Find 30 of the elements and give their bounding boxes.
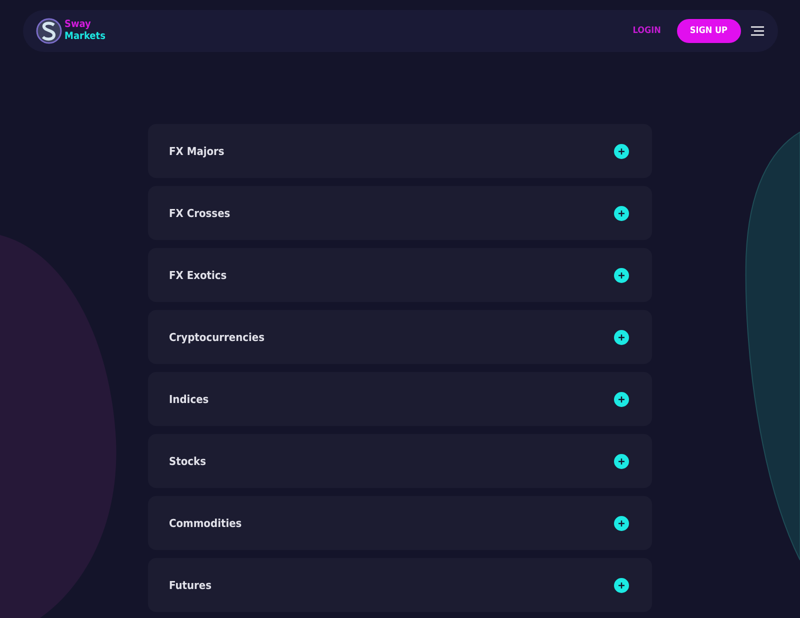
plus-icon[interactable] [614,454,629,468]
accordion-title: Cryptocurrencies [169,330,265,344]
plus-icon[interactable] [614,516,629,530]
accordion-title: Stocks [169,454,206,468]
plus-icon[interactable] [614,144,629,158]
accordion-item[interactable]: Commodities [148,496,652,550]
logo-text: Sway [64,19,92,31]
plus-icon[interactable] [614,392,629,406]
accordion-title: FX Exotics [169,268,227,282]
accordion-item[interactable]: FX Exotics [148,248,652,302]
logo-icon [36,17,62,45]
plus-icon[interactable] [614,578,629,592]
signup-button[interactable]: SIGN UP [676,19,740,43]
accordion-item[interactable]: Futures [148,558,652,612]
accordion-item[interactable]: Cryptocurrencies [148,310,652,364]
accordion-item[interactable]: FX Majors [148,124,652,178]
login-link[interactable]: LOGIN [632,26,661,36]
logo-text: Markets [64,31,106,43]
menu-icon[interactable] [750,26,764,36]
accordion-title: FX Majors [169,144,224,158]
accordion-title: Commodities [169,516,242,530]
accordion-title: FX Crosses [169,206,230,220]
accordion-title: Indices [169,392,209,406]
plus-icon[interactable] [614,330,629,344]
plus-icon[interactable] [614,206,629,220]
plus-icon[interactable] [614,268,629,282]
accordion-item[interactable]: Indices [148,372,652,426]
accordion-item[interactable]: FX Crosses [148,186,652,240]
accordion-title: Futures [169,578,212,592]
accordion-item[interactable]: Stocks [148,434,652,488]
